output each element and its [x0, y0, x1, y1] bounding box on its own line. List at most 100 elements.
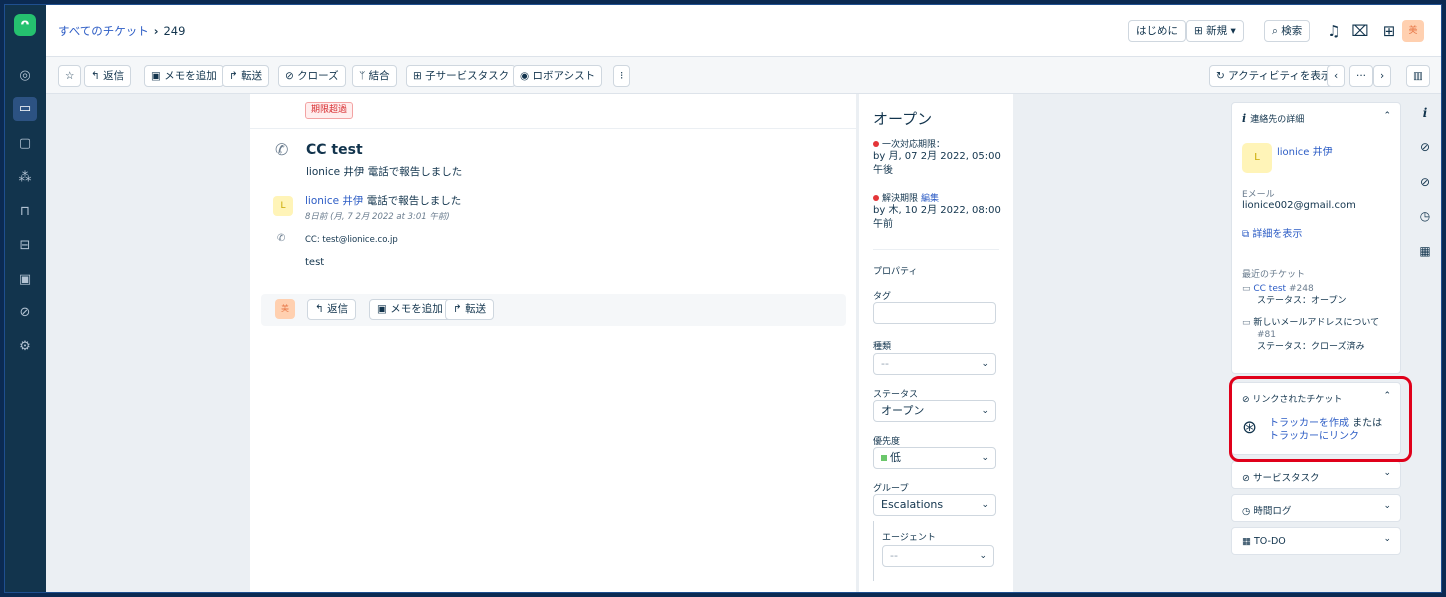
search-button[interactable]: ⌕ 検索 — [1264, 20, 1311, 42]
compass-icon[interactable]: ⊘ — [1416, 175, 1434, 189]
info-icon[interactable]: i — [1416, 106, 1434, 120]
contact-details-label: 連絡先の詳細 — [1250, 115, 1305, 125]
time-log-title[interactable]: ◷ 時間ログ — [1242, 503, 1291, 517]
first-response-label: 一次対応期限： — [873, 137, 945, 150]
recent-ticket-title[interactable]: CC test — [1253, 284, 1286, 294]
ticket-id: 249 — [163, 24, 186, 38]
forward-button-bottom[interactable]: ↱ 転送 — [445, 299, 495, 320]
dashboard-icon[interactable]: ◎ — [13, 64, 37, 88]
author-name[interactable]: lionice 井伊 — [305, 195, 363, 207]
gear-icon[interactable]: ⚙ — [13, 335, 37, 359]
recent-ticket-item[interactable]: ▭ 新しいメールアドレスについて #81 ステータス：クローズ済み — [1242, 317, 1392, 353]
group-select[interactable]: Escalations ⌄ — [873, 494, 996, 516]
priority-value: 低 — [890, 451, 901, 464]
status-select[interactable]: オープン ⌄ — [873, 400, 996, 422]
tickets-icon[interactable]: ▭ — [13, 97, 37, 121]
calendar-icon[interactable]: ▦ — [1416, 244, 1434, 258]
priority-select[interactable]: 低 ⌄ — [873, 447, 996, 469]
service-tasks-card[interactable]: ⊘ サービスタスク ⌄ — [1231, 461, 1401, 489]
view-details-label: 詳細を表示 — [1252, 229, 1303, 240]
message-header: lionice 井伊 電話で報告しました — [305, 193, 461, 208]
group-value: Escalations — [881, 498, 944, 511]
chevron-down-icon[interactable]: ⌄ — [1383, 501, 1391, 511]
contact-name-link[interactable]: lionice 井伊 — [1277, 143, 1333, 158]
type-value: -- — [881, 357, 889, 370]
resolution-text: 解決期限 — [882, 194, 919, 204]
chevron-down-icon: ⌄ — [981, 359, 989, 369]
child-task-button[interactable]: ⊞ 子サービスタスク — [406, 65, 517, 87]
ticket-nav-middle[interactable]: ··· — [1349, 65, 1374, 87]
merge-button[interactable]: ᛘ 結合 — [352, 65, 397, 87]
chevron-down-icon[interactable]: ⌄ — [1383, 468, 1391, 478]
properties-scrollbar[interactable] — [1013, 94, 1025, 592]
freshdesk-logo[interactable]: ᴖ — [14, 14, 36, 36]
reports-icon[interactable]: ▣ — [13, 268, 37, 292]
user-avatar[interactable]: 美 — [1402, 20, 1424, 42]
reply-button[interactable]: ↰ 返信 — [84, 65, 132, 87]
robo-assist-button[interactable]: ◉ ロボアシスト — [513, 65, 603, 87]
resolution-edit-link[interactable]: 編集 — [921, 194, 939, 204]
apps-icon[interactable]: ⊞ — [1378, 19, 1400, 43]
divider — [873, 249, 999, 250]
star-button[interactable]: ☆ — [58, 65, 82, 87]
type-select[interactable]: -- ⌄ — [873, 353, 996, 375]
time-log-card[interactable]: ◷ 時間ログ ⌄ — [1231, 494, 1401, 522]
forward-button[interactable]: ↱ 転送 — [222, 65, 270, 87]
agent-select[interactable]: -- ⌄ — [882, 545, 994, 567]
todo-card[interactable]: ▦ TO-DO ⌄ — [1231, 527, 1401, 555]
priority-low-swatch — [881, 455, 887, 461]
service-tasks-label: サービスタスク — [1252, 473, 1320, 484]
reply-button-bottom[interactable]: ↰ 返信 — [307, 299, 357, 320]
conversation-pane: 期限超過 ✆ CC test lionice 井伊 電話で報告しました L li… — [250, 94, 856, 592]
knowledge-icon[interactable]: ⊓ — [13, 200, 37, 224]
next-ticket-button[interactable]: › — [1373, 65, 1392, 87]
timer-icon[interactable]: ◷ — [1416, 209, 1434, 223]
recent-ticket-number: #81 — [1257, 330, 1276, 340]
breadcrumb-all-tickets[interactable]: すべてのチケット — [58, 24, 149, 38]
more-button[interactable]: ⁝ — [613, 65, 631, 87]
ticket-icon: ▭ — [1242, 318, 1254, 328]
forums-icon[interactable]: ⊟ — [13, 234, 37, 258]
service-tasks-title[interactable]: ⊘ サービスタスク — [1242, 470, 1320, 484]
priority-label: 優先度 — [873, 437, 901, 447]
status-label: ステータス — [873, 390, 919, 400]
first-response-value: by 月, 07 2月 2022, 05:00 午後 — [873, 151, 1001, 176]
link-icon[interactable]: ⊘ — [1416, 140, 1434, 154]
overdue-dot — [873, 195, 879, 201]
tag-input[interactable] — [873, 302, 996, 324]
todo-title[interactable]: ▦ TO-DO — [1242, 536, 1286, 547]
contacts-icon[interactable]: ▢ — [13, 132, 37, 156]
add-note-button[interactable]: ▣ メモを追加 — [144, 65, 224, 87]
recent-ticket-number: #248 — [1288, 284, 1314, 294]
gift-icon[interactable]: ⌧ — [1349, 19, 1371, 43]
overdue-dot — [873, 141, 879, 147]
email-value: lionice002@gmail.com — [1242, 200, 1356, 211]
chevron-down-icon[interactable]: ⌄ — [1383, 534, 1391, 544]
prev-ticket-button[interactable]: ‹ — [1327, 65, 1346, 87]
app-frame: ᴖ ◎ ▭ ▢ ⁂ ⊓ ⊟ ▣ ⊘ ⚙ すべてのチケット › 249 はじめに ⊞ … — [4, 4, 1442, 593]
status-heading: オープン — [873, 110, 933, 128]
chevron-down-icon: ⌄ — [981, 453, 989, 463]
panel-toggle-button[interactable]: ▥ — [1406, 65, 1430, 87]
new-button[interactable]: ⊞ 新規 ▾ — [1186, 20, 1244, 42]
recent-ticket-status: オープン — [1311, 296, 1347, 306]
recent-ticket-item[interactable]: ▭ CC test #248 ステータス：オープン — [1242, 283, 1346, 307]
contact-details-title[interactable]: i 連絡先の詳細 — [1242, 112, 1304, 125]
recent-ticket-title[interactable]: 新しいメールアドレスについて — [1253, 318, 1379, 328]
compass-icon[interactable]: ⊘ — [13, 301, 37, 325]
highlight-box — [1229, 376, 1412, 462]
add-note-button-bottom[interactable]: ▣ メモを追加 — [369, 299, 451, 320]
message-body: test — [305, 257, 325, 268]
time-log-label: 時間ログ — [1253, 506, 1292, 517]
getting-started-button[interactable]: はじめに — [1128, 20, 1186, 42]
recent-ticket-status: クローズ済み — [1311, 342, 1365, 352]
ticket-subline: lionice 井伊 電話で報告しました — [306, 166, 463, 178]
agent-section: エージェント -- ⌄ — [873, 521, 996, 581]
view-details-link[interactable]: ⧉ 詳細を表示 — [1242, 225, 1302, 240]
bell-icon[interactable]: ♫ — [1323, 19, 1345, 43]
chevron-up-icon[interactable]: ⌃ — [1383, 111, 1391, 121]
left-nav: ᴖ ◎ ▭ ▢ ⁂ ⊓ ⊟ ▣ ⊘ ⚙ — [5, 5, 46, 592]
activity-button[interactable]: ↻ アクティビティを表示 — [1209, 65, 1339, 87]
close-button[interactable]: ⊘ クローズ — [278, 65, 346, 87]
social-icon[interactable]: ⁂ — [13, 166, 37, 190]
